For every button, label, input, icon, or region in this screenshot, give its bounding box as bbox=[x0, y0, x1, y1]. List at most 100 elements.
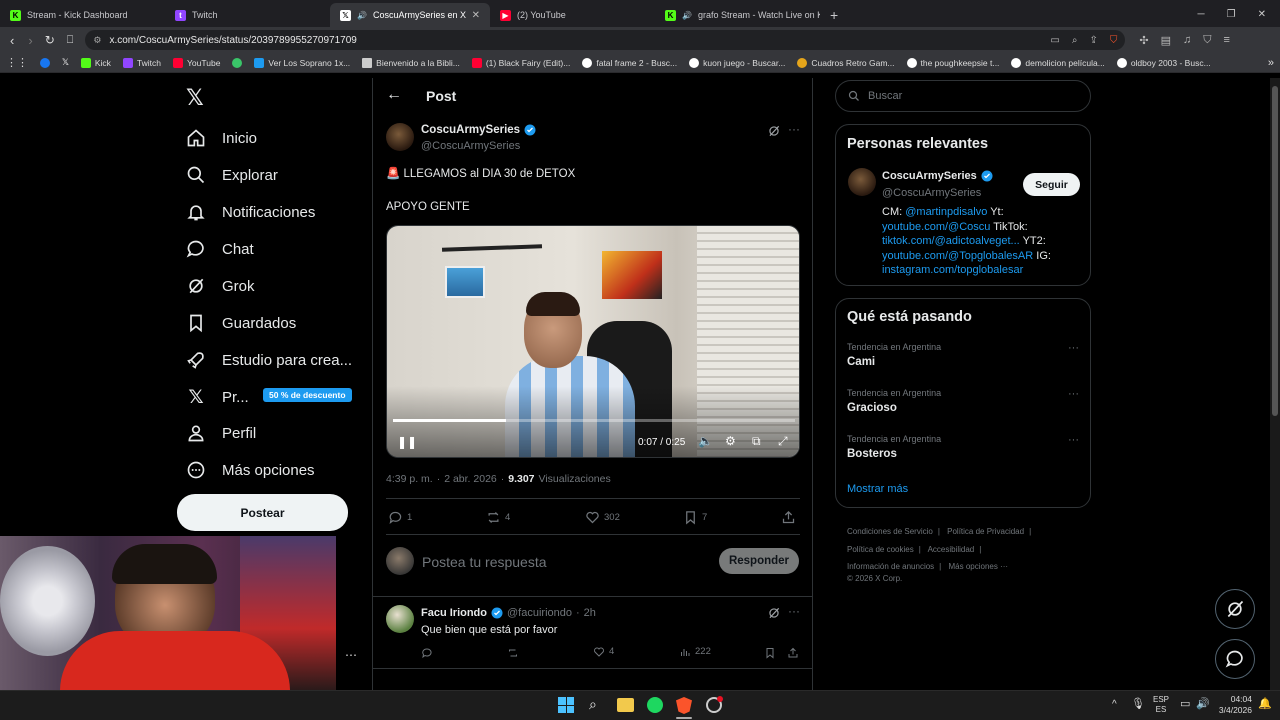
bookmark-item[interactable]: Kick bbox=[75, 57, 117, 68]
footer-link[interactable]: Condiciones de Servicio bbox=[847, 527, 933, 536]
browser-tab[interactable]: t Twitch bbox=[165, 3, 330, 27]
browser-tab[interactable]: K Stream - Kick Dashboard bbox=[0, 3, 165, 27]
show-more-link[interactable]: Mostrar más bbox=[847, 483, 908, 495]
reply-author-name[interactable]: Facu Iriondo bbox=[421, 607, 487, 619]
more-bookmarks-icon[interactable]: » bbox=[1262, 57, 1280, 69]
video-player[interactable]: ❚❚ 0:07 / 0:25 🔈 ⚙ ⧉ ⤢ bbox=[386, 225, 800, 458]
bookmark-item[interactable]: Twitch bbox=[117, 57, 167, 68]
close-window-icon[interactable]: ✕ bbox=[1258, 9, 1266, 20]
footer-link[interactable]: Política de Privacidad bbox=[947, 527, 1024, 536]
author-name[interactable]: CoscuArmySeries bbox=[421, 124, 520, 136]
nav-mas-opciones[interactable]: Más opciones bbox=[186, 460, 315, 480]
bookmark-item[interactable]: the poughkeepsie t... bbox=[901, 57, 1006, 68]
bio-link[interactable]: tiktok.com/@adictoalveget... bbox=[882, 235, 1020, 247]
trend-item[interactable]: Tendencia en Argentina Gracioso ··· bbox=[847, 388, 1079, 414]
browser-tab[interactable]: ▶ (2) YouTube bbox=[490, 3, 655, 27]
network-icon[interactable]: ▭ bbox=[1180, 697, 1190, 710]
bio-link[interactable]: youtube.com/@Coscu bbox=[882, 221, 990, 233]
spotify-icon[interactable] bbox=[647, 697, 663, 713]
bookmark-item[interactable]: fatal frame 2 - Busc... bbox=[576, 57, 683, 68]
bookmark-icon[interactable] bbox=[764, 646, 776, 659]
back-icon[interactable]: ‹ bbox=[10, 33, 14, 48]
grok-icon[interactable] bbox=[767, 606, 781, 620]
cast-icon[interactable]: ▭ bbox=[1050, 35, 1059, 46]
more-options-icon[interactable]: ⋯ bbox=[345, 648, 357, 662]
bookmark-item[interactable] bbox=[226, 57, 248, 68]
menu-icon[interactable]: ≡ bbox=[1223, 34, 1229, 47]
more-options-icon[interactable]: ··· bbox=[788, 122, 800, 136]
site-info-icon[interactable]: ⚙ bbox=[93, 35, 101, 46]
repost-icon[interactable] bbox=[507, 646, 519, 658]
file-explorer-icon[interactable] bbox=[617, 698, 634, 712]
post-date[interactable]: 2 abr. 2026 bbox=[444, 473, 497, 485]
browser-tab-active[interactable]: 𝕏 🔊 CoscuArmySeries en X: "🚨 LL ✕ bbox=[330, 3, 490, 27]
new-tab-button[interactable]: + bbox=[820, 3, 850, 27]
relevant-name[interactable]: CoscuArmySeries bbox=[882, 170, 977, 182]
brave-icon[interactable] bbox=[676, 697, 692, 714]
author-avatar[interactable] bbox=[386, 123, 414, 151]
reply-submit-button[interactable]: Responder bbox=[719, 548, 799, 574]
reply-views[interactable]: 222 bbox=[679, 646, 711, 658]
repost-button[interactable]: 4 bbox=[486, 510, 510, 525]
trend-item[interactable]: Tendencia en Argentina Bosteros ··· bbox=[847, 434, 1079, 460]
share-icon[interactable] bbox=[787, 646, 799, 658]
video-progress-track[interactable] bbox=[393, 419, 795, 422]
grok-icon[interactable] bbox=[767, 124, 781, 138]
like-button[interactable]: 302 bbox=[585, 510, 620, 525]
close-tab-icon[interactable]: ✕ bbox=[472, 10, 480, 21]
apps-icon[interactable]: ⋮⋮ bbox=[0, 56, 34, 69]
reply-time[interactable]: 2h bbox=[584, 607, 596, 619]
taskbar-search-icon[interactable]: ⌕ bbox=[589, 696, 597, 713]
footer-link[interactable]: Política de cookies bbox=[847, 545, 914, 554]
nav-notificaciones[interactable]: Notificaciones bbox=[186, 202, 315, 222]
nav-explorar[interactable]: Explorar bbox=[186, 165, 278, 185]
nav-chat[interactable]: Chat bbox=[186, 239, 254, 259]
facebook-icon[interactable] bbox=[34, 57, 56, 68]
reply-input[interactable]: Postea tu respuesta bbox=[422, 554, 547, 570]
extensions-icon[interactable]: ✣ bbox=[1139, 34, 1148, 47]
volume-icon[interactable]: 🔊 bbox=[1196, 697, 1210, 710]
nav-grok[interactable]: Grok bbox=[186, 276, 255, 296]
clock[interactable]: 04:04 3/4/2026 bbox=[1218, 694, 1252, 716]
nav-perfil[interactable]: Perfil bbox=[186, 423, 256, 443]
nav-inicio[interactable]: Inicio bbox=[186, 128, 257, 148]
reply-author-handle[interactable]: @facuiriondo bbox=[507, 607, 572, 619]
notifications-icon[interactable]: 🔔 bbox=[1258, 697, 1272, 710]
post-button[interactable]: Postear bbox=[177, 494, 348, 531]
bookmark-button[interactable]: 7 bbox=[683, 510, 707, 525]
more-options-icon[interactable]: ··· bbox=[1068, 388, 1079, 400]
pause-icon[interactable]: ❚❚ bbox=[397, 435, 417, 449]
bookmark-item[interactable]: demolicion película... bbox=[1005, 57, 1110, 68]
grok-floating-button[interactable] bbox=[1215, 589, 1255, 629]
picture-in-picture-icon[interactable]: ⧉ bbox=[752, 434, 761, 449]
music-icon[interactable]: ♫ bbox=[1183, 34, 1191, 47]
windows-start-icon[interactable] bbox=[558, 697, 574, 713]
page-scrollbar[interactable] bbox=[1270, 78, 1280, 690]
brave-shield-icon[interactable]: ⛉ bbox=[1110, 35, 1118, 46]
footer-link[interactable]: Más opciones ··· bbox=[948, 562, 1008, 571]
settings-gear-icon[interactable]: ⚙ bbox=[725, 434, 736, 448]
search-input[interactable]: Buscar bbox=[835, 80, 1091, 112]
bookmark-page-icon[interactable]: ⎕ bbox=[67, 34, 74, 47]
nav-estudio[interactable]: Estudio para crea... bbox=[186, 350, 352, 370]
relevant-handle[interactable]: @CoscuArmySeries bbox=[882, 187, 981, 199]
post-time[interactable]: 4:39 p. m. bbox=[386, 473, 433, 485]
sidebar-icon[interactable]: ▤ bbox=[1161, 34, 1171, 47]
reply-avatar[interactable] bbox=[386, 605, 414, 633]
minimize-icon[interactable]: ─ bbox=[1198, 9, 1205, 20]
language-indicator[interactable]: ESP ES bbox=[1153, 695, 1169, 715]
nav-premium[interactable]: 𝕏 Pr... bbox=[186, 386, 248, 409]
nav-guardados[interactable]: Guardados bbox=[186, 313, 296, 333]
bookmark-item[interactable]: Bienvenido a la Bibli... bbox=[356, 57, 466, 68]
fullscreen-icon[interactable]: ⤢ bbox=[778, 434, 788, 449]
bookmark-item[interactable]: (1) Black Fairy (Edit)... bbox=[466, 57, 577, 68]
share-icon[interactable]: ⇪ bbox=[1089, 35, 1097, 46]
reply-icon[interactable] bbox=[421, 646, 433, 659]
reply-like-button[interactable]: 4 bbox=[593, 646, 614, 658]
back-arrow-icon[interactable]: ← bbox=[386, 86, 402, 104]
relevant-avatar[interactable] bbox=[848, 168, 876, 196]
forward-icon[interactable]: › bbox=[28, 33, 32, 48]
scrollbar-thumb[interactable] bbox=[1272, 86, 1278, 416]
author-handle[interactable]: @CoscuArmySeries bbox=[421, 140, 520, 152]
bookmark-item[interactable]: YouTube bbox=[167, 57, 226, 68]
